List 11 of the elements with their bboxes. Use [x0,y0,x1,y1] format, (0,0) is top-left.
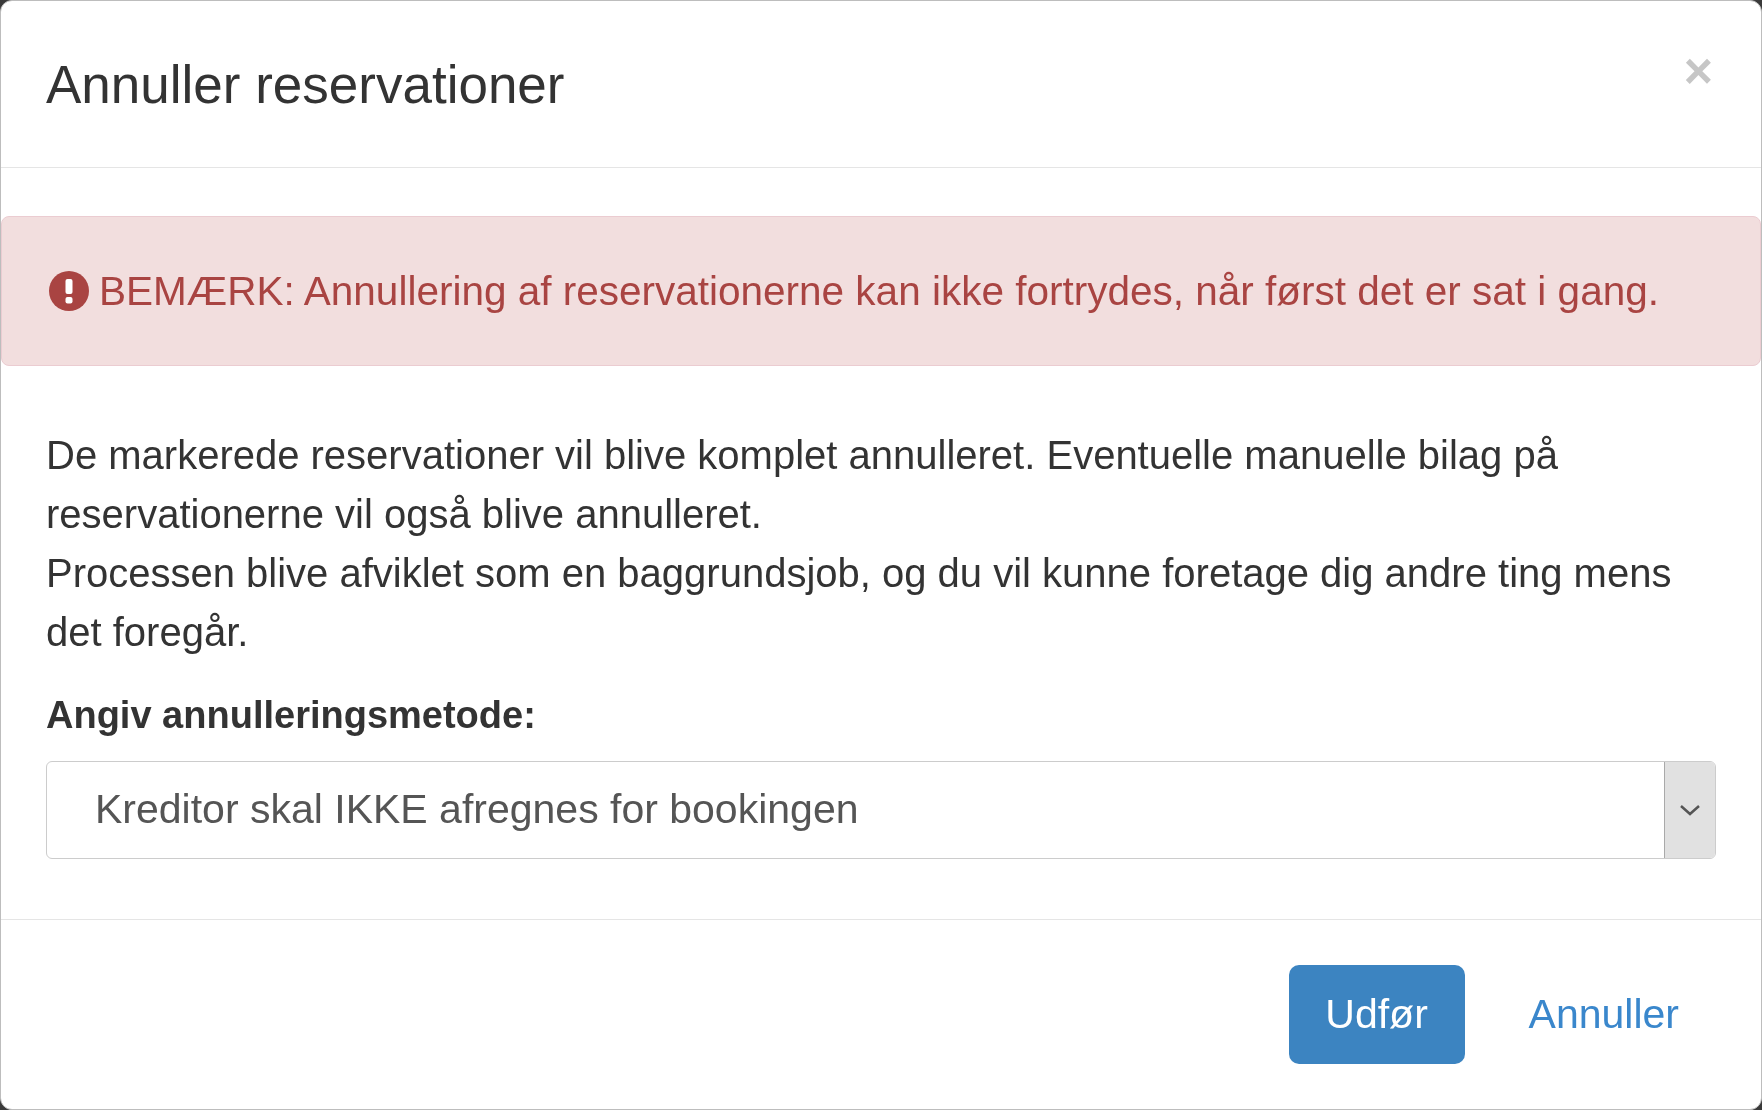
dropdown-arrow-button[interactable] [1664,762,1715,858]
cancel-link[interactable]: Annuller [1528,994,1679,1035]
exclamation-circle-icon [49,271,89,311]
alert-text: BEMÆRK: Annullering af reservationerne kan ikke fortrydes, når først det er sat i gang. [99,270,1659,312]
method-label: Angiv annulleringsmetode: [46,693,536,737]
dialog-title: Annuller reservationer [46,57,565,111]
method-select[interactable]: Kreditor skal IKKE afregnes for bookingen [46,761,1716,859]
description-text: Processen blive afviklet som en baggrundsjob, og du vil kunne foretage dig andre ting mens det foregår. [46,550,1673,656]
submit-button[interactable]: Udfør [1288,965,1465,1064]
description-text: De markerede reservationer vil blive komplet annulleret. Eventuelle manuelle bilag på reservationerne vil også blive annulleret. [46,432,1559,538]
chevron-down-icon [1679,804,1701,816]
